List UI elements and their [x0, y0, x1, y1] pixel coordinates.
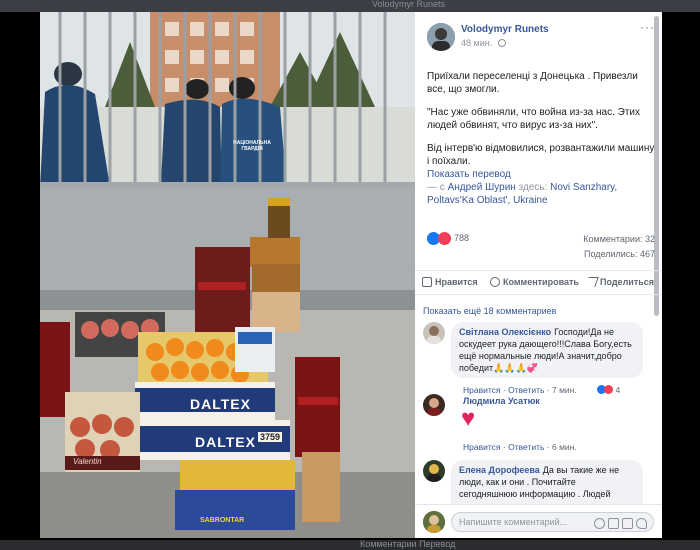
- box-label-valentine: Valentin: [73, 457, 102, 466]
- more-options-icon[interactable]: ···: [640, 20, 655, 34]
- comment-actions: Нравится · Ответить · 7 мин. 4: [463, 385, 621, 395]
- show-more-comments-link[interactable]: Показать ещё 18 комментариев: [423, 306, 556, 316]
- comment-input[interactable]: Напишите комментарий...: [451, 512, 654, 532]
- commenter-name[interactable]: Світлана Олексієнко: [459, 327, 551, 337]
- post-actions: Нравится Комментировать Поделиться: [415, 270, 662, 295]
- share-label: Поделиться: [600, 277, 655, 287]
- comment-bubble: Елена Дорофеева Да вы такие же не люди, к…: [451, 460, 643, 504]
- comment-time[interactable]: 6 мин.: [552, 442, 577, 452]
- avatar-image: [423, 322, 445, 344]
- post-panel: Volodymyr Runets 48 мин. ··· Приїхали пе…: [415, 12, 662, 538]
- composer-icons: [591, 516, 647, 534]
- comment-button[interactable]: Комментировать: [490, 277, 579, 287]
- comment-actions: Нравится · Ответить · 6 мин.: [463, 442, 577, 452]
- author-avatar[interactable]: [427, 23, 455, 51]
- commenter-avatar[interactable]: [423, 394, 445, 416]
- comments-count[interactable]: Комментарии: 32: [427, 232, 655, 247]
- box-label-sabrontar: SABRONTAR: [200, 517, 245, 524]
- comment-reply-link[interactable]: Ответить: [508, 442, 544, 452]
- comment-time[interactable]: 7 мин.: [552, 385, 577, 395]
- comment-reaction-count: 4: [615, 385, 621, 395]
- like-button[interactable]: Нравится: [422, 277, 478, 287]
- background-page-text: Комментарии Перевод: [360, 540, 456, 549]
- author-name[interactable]: Volodymyr Runets: [461, 24, 549, 35]
- avatar-image: [427, 23, 455, 51]
- post-paragraph: Від інтерв'ю відмовилися, розвантажили м…: [427, 143, 655, 167]
- tagged-person-link[interactable]: Андрей Шурин: [448, 182, 516, 193]
- share-button[interactable]: Поделиться: [585, 277, 655, 287]
- comment-reactions[interactable]: 4: [597, 385, 620, 395]
- emoji-icon[interactable]: [594, 518, 605, 529]
- comment-like-link[interactable]: Нравится: [463, 442, 501, 452]
- comment-bubble: Світлана Олексієнко Господи!Да не оскудее…: [451, 322, 643, 378]
- like-label: Нравится: [435, 277, 478, 287]
- comment-like-link[interactable]: Нравится: [463, 385, 501, 395]
- background-page-strip-bottom: Комментарии Перевод: [0, 540, 700, 550]
- comment-reply-link[interactable]: Ответить: [508, 385, 544, 395]
- gif-icon[interactable]: [622, 518, 633, 529]
- tag-prefix: — с: [427, 182, 445, 193]
- share-icon: [585, 277, 599, 287]
- box-label-daltex: DALTEX: [195, 434, 256, 450]
- comment-input-placeholder: Напишите комментарий...: [459, 517, 568, 527]
- comment-icon: [490, 277, 500, 287]
- globe-icon: [497, 39, 506, 47]
- comment-composer: Напишите комментарий...: [415, 504, 662, 538]
- background-page-strip-top: Volodymyr Runets: [0, 0, 700, 12]
- sticker-icon[interactable]: [636, 518, 647, 529]
- background-page-text: Volodymyr Runets: [372, 0, 446, 9]
- comment-label: Комментировать: [503, 277, 579, 287]
- post-stats: Комментарии: 32 Поделились: 467: [427, 232, 655, 262]
- love-reaction-icon: [604, 385, 614, 394]
- tag-middle: здесь:: [518, 182, 548, 193]
- post-time[interactable]: 48 мин.: [461, 38, 492, 48]
- show-translation-link[interactable]: Показать перевод: [427, 168, 655, 181]
- avatar-image: [423, 460, 445, 482]
- comment-emoji: 🙏🙏🙏💞: [493, 363, 538, 373]
- tag-line: — с Андрей Шурин здесь: Novi Sanzhary, P…: [427, 181, 655, 207]
- post-meta: 48 мин.: [461, 38, 506, 48]
- commenter-name[interactable]: Елена Дорофеева: [459, 465, 540, 475]
- commenter-avatar[interactable]: [423, 322, 445, 344]
- camera-icon[interactable]: [608, 518, 619, 529]
- post-paragraph: "Нас уже обвиняли, что война из-за нас. …: [427, 107, 641, 131]
- post-paragraph: Приїхали переселенці з Донецька . Привез…: [427, 71, 638, 95]
- post-photo[interactable]: НАЦІОНАЛЬНА ГВАРДІЯ DALTEX DALTEX 3759 V…: [40, 12, 415, 538]
- badge-text: НАЦІОНАЛЬНА ГВАРДІЯ: [233, 140, 271, 152]
- shares-count[interactable]: Поделились: 467: [427, 247, 655, 262]
- post-text: Приїхали переселенці з Донецька . Привез…: [427, 70, 655, 207]
- box-number: 3759: [258, 432, 283, 442]
- heart-icon: ♥: [461, 405, 476, 432]
- box-label-daltex: DALTEX: [190, 396, 251, 412]
- avatar-image: [423, 394, 445, 416]
- my-avatar[interactable]: [423, 511, 445, 533]
- avatar-image: [423, 511, 445, 533]
- thumbs-up-icon: [422, 277, 432, 287]
- commenter-avatar[interactable]: [423, 460, 445, 482]
